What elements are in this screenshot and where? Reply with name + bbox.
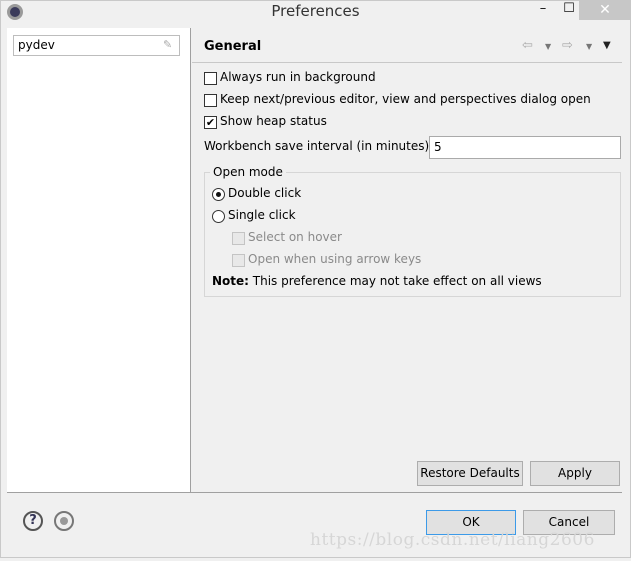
- forward-arrow-icon[interactable]: ⇨: [562, 38, 573, 53]
- watermark: https://blog.csdn.net/liang2606: [310, 530, 595, 550]
- select-on-hover-label: Select on hover: [248, 230, 342, 244]
- always-run-background-checkbox[interactable]: [204, 72, 217, 85]
- single-click-label: Single click: [228, 208, 296, 222]
- double-click-radio[interactable]: [212, 188, 225, 201]
- clear-filter-icon[interactable]: ✎: [163, 38, 172, 51]
- header-separator: [192, 62, 622, 63]
- filter-input[interactable]: pydev: [13, 35, 180, 56]
- close-button[interactable]: ✕: [579, 0, 631, 20]
- preference-tree[interactable]: [7, 28, 191, 493]
- minimize-button[interactable]: –: [531, 0, 555, 20]
- forward-menu-icon[interactable]: ▼: [586, 42, 592, 51]
- record-icon[interactable]: [54, 511, 74, 531]
- note-bold: Note:: [212, 274, 249, 288]
- help-icon[interactable]: ?: [23, 511, 43, 531]
- back-menu-icon[interactable]: ▼: [545, 42, 551, 51]
- view-menu-icon[interactable]: ▼: [603, 40, 611, 51]
- open-mode-label: Open mode: [210, 165, 286, 179]
- open-arrow-keys-label: Open when using arrow keys: [248, 252, 422, 266]
- apply-button[interactable]: Apply: [530, 461, 620, 486]
- double-click-label: Double click: [228, 186, 302, 200]
- save-interval-label: Workbench save interval (in minutes):: [204, 139, 434, 153]
- single-click-radio[interactable]: [212, 210, 225, 223]
- show-heap-status-label: Show heap status: [220, 114, 327, 128]
- note-body: This preference may not take effect on a…: [248, 274, 542, 288]
- select-on-hover-checkbox: [232, 232, 245, 245]
- divider: [7, 492, 622, 493]
- note-text: Note: This preference may not take effec…: [212, 274, 542, 288]
- open-arrow-keys-checkbox: [232, 254, 245, 267]
- keep-next-previous-checkbox[interactable]: [204, 94, 217, 107]
- restore-defaults-button[interactable]: Restore Defaults: [417, 461, 523, 486]
- maximize-button[interactable]: ☐: [557, 0, 581, 20]
- always-run-background-label: Always run in background: [220, 70, 376, 84]
- keep-next-previous-label: Keep next/previous editor, view and pers…: [220, 92, 591, 106]
- show-heap-status-checkbox[interactable]: ✔: [204, 116, 217, 129]
- save-interval-input[interactable]: 5: [429, 136, 621, 159]
- page-title: General: [204, 39, 262, 54]
- back-arrow-icon[interactable]: ⇦: [522, 38, 533, 53]
